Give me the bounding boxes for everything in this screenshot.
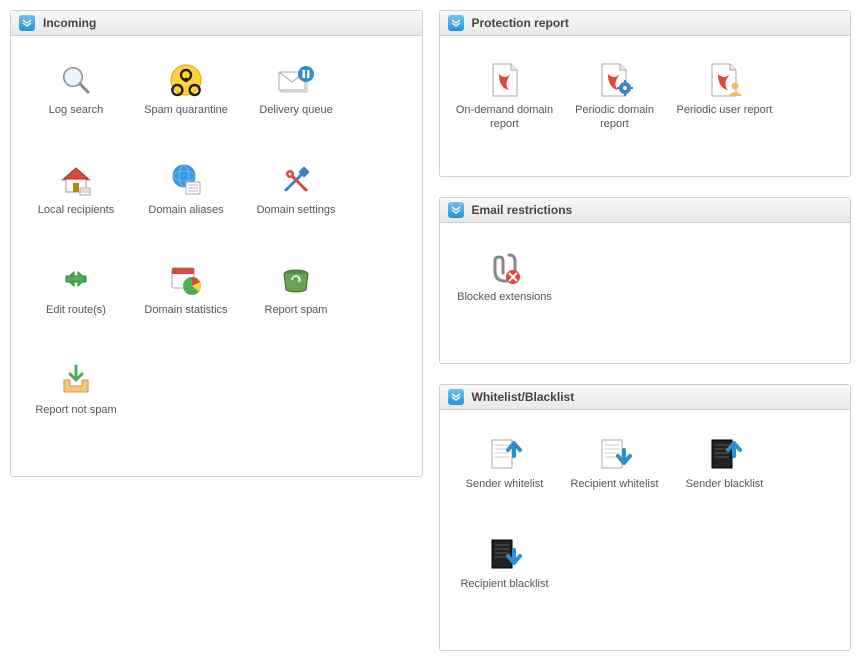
- envelope-pause-icon: [278, 62, 314, 98]
- whitelist-down-icon: [597, 436, 633, 472]
- panel-header-whitelist[interactable]: Whitelist/Blacklist: [440, 385, 851, 410]
- item-spam-quarantine[interactable]: Spam quarantine: [131, 56, 241, 156]
- item-sender-blacklist[interactable]: Sender blacklist: [670, 430, 780, 530]
- item-recipient-blacklist[interactable]: Recipient blacklist: [450, 530, 560, 630]
- item-label: Local recipients: [38, 204, 114, 218]
- pdf-user-icon: [707, 62, 743, 98]
- item-label: Delivery queue: [259, 104, 332, 118]
- panel-protection-report: Protection report On-demand domain repor…: [439, 10, 852, 177]
- calendar-pie-icon: [168, 262, 204, 298]
- item-label: Recipient blacklist: [460, 578, 548, 592]
- item-label: Domain settings: [257, 204, 336, 218]
- arrows-icon: [58, 262, 94, 298]
- item-label: Report spam: [265, 304, 328, 318]
- pdf-gear-icon: [597, 62, 633, 98]
- item-label: On-demand domain report: [456, 104, 554, 132]
- item-label: Sender blacklist: [686, 478, 764, 492]
- item-report-spam[interactable]: Report spam: [241, 256, 351, 356]
- item-periodic-user-report[interactable]: Periodic user report: [670, 56, 780, 156]
- panel-incoming: Incoming Log search: [10, 10, 423, 477]
- item-edit-routes[interactable]: Edit route(s): [21, 256, 131, 356]
- panel-title: Whitelist/Blacklist: [472, 390, 575, 404]
- attachment-blocked-icon: [487, 249, 523, 285]
- item-domain-settings[interactable]: Domain settings: [241, 156, 351, 256]
- collapse-icon: [448, 15, 464, 31]
- item-sender-whitelist[interactable]: Sender whitelist: [450, 430, 560, 530]
- item-label: Blocked extensions: [457, 291, 552, 305]
- whitelist-up-icon: [487, 436, 523, 472]
- item-local-recipients[interactable]: Local recipients: [21, 156, 131, 256]
- item-label: Periodic user report: [677, 104, 773, 118]
- collapse-icon: [448, 389, 464, 405]
- collapse-icon: [19, 15, 35, 31]
- panel-title: Protection report: [472, 16, 569, 30]
- house-icon: [58, 162, 94, 198]
- panel-whitelist-blacklist: Whitelist/Blacklist Sender whitelist: [439, 384, 852, 651]
- globe-document-icon: [168, 162, 204, 198]
- biohazard-icon: [168, 62, 204, 98]
- panel-header-incoming[interactable]: Incoming: [11, 11, 422, 36]
- item-report-not-spam[interactable]: Report not spam: [21, 356, 131, 456]
- item-blocked-extensions[interactable]: Blocked extensions: [450, 243, 560, 343]
- item-recipient-whitelist[interactable]: Recipient whitelist: [560, 430, 670, 530]
- panel-email-restrictions: Email restrictions Blocked ext: [439, 197, 852, 364]
- item-on-demand-domain-report[interactable]: On-demand domain report: [450, 56, 560, 156]
- panel-header-protection[interactable]: Protection report: [440, 11, 851, 36]
- panel-title: Email restrictions: [472, 203, 573, 217]
- item-domain-statistics[interactable]: Domain statistics: [131, 256, 241, 356]
- item-label: Edit route(s): [46, 304, 106, 318]
- item-domain-aliases[interactable]: Domain aliases: [131, 156, 241, 256]
- item-label: Spam quarantine: [144, 104, 228, 118]
- item-delivery-queue[interactable]: Delivery queue: [241, 56, 351, 156]
- item-label: Domain aliases: [148, 204, 223, 218]
- item-periodic-domain-report[interactable]: Periodic domain report: [560, 56, 670, 156]
- trash-recycle-icon: [278, 262, 314, 298]
- pdf-icon: [487, 62, 523, 98]
- inbox-download-icon: [58, 362, 94, 398]
- collapse-icon: [448, 202, 464, 218]
- panel-header-restrictions[interactable]: Email restrictions: [440, 198, 851, 223]
- item-label: Report not spam: [35, 404, 116, 418]
- item-label: Recipient whitelist: [570, 478, 658, 492]
- item-label: Log search: [49, 104, 103, 118]
- blacklist-down-icon: [487, 536, 523, 572]
- panel-title: Incoming: [43, 16, 96, 30]
- item-label: Sender whitelist: [466, 478, 544, 492]
- item-log-search[interactable]: Log search: [21, 56, 131, 156]
- blacklist-up-icon: [707, 436, 743, 472]
- search-icon: [58, 62, 94, 98]
- tools-icon: [278, 162, 314, 198]
- item-label: Periodic domain report: [566, 104, 664, 132]
- item-label: Domain statistics: [144, 304, 227, 318]
